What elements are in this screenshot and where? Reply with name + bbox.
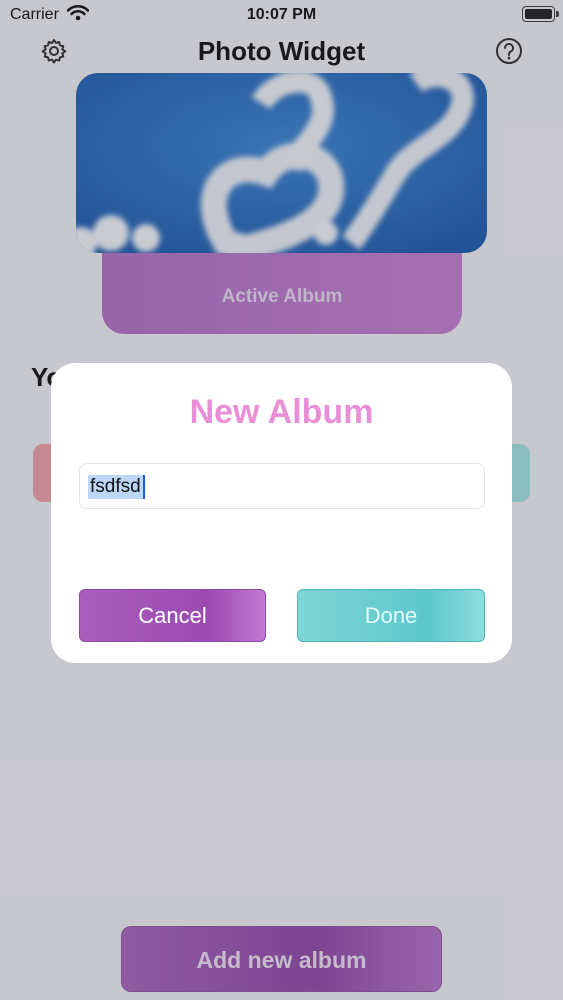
album-name-value: fsdfsd	[88, 475, 145, 499]
cancel-button[interactable]: Cancel	[79, 589, 266, 642]
new-album-dialog: New Album fsdfsd Cancel Done	[51, 363, 512, 663]
dialog-title: New Album	[189, 393, 374, 431]
album-name-input[interactable]: fsdfsd	[79, 463, 485, 509]
done-button[interactable]: Done	[297, 589, 485, 642]
